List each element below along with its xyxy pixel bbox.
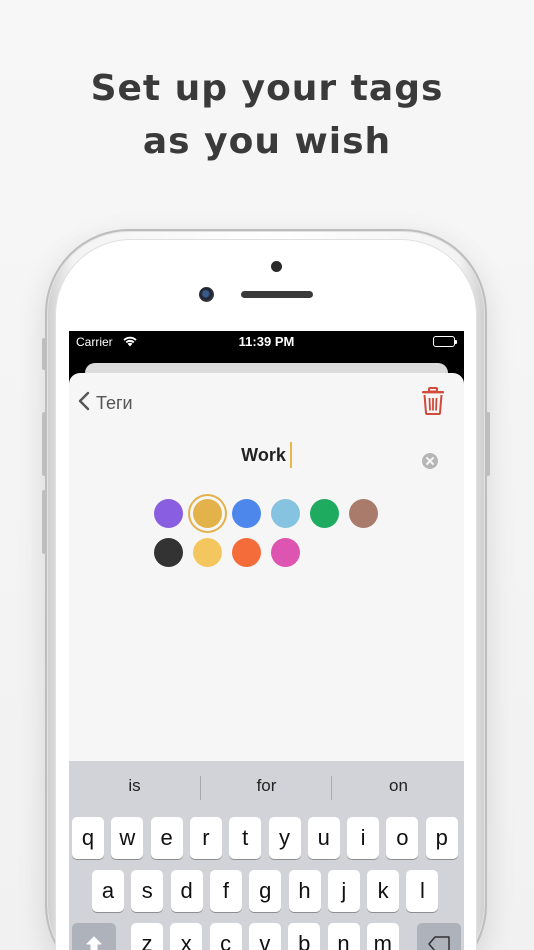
color-swatch[interactable] (232, 499, 261, 528)
key-f[interactable]: f (209, 870, 242, 912)
key-c[interactable]: c (209, 923, 242, 950)
key-n[interactable]: n (327, 923, 360, 950)
key-u[interactable]: u (307, 817, 340, 859)
color-swatch[interactable] (271, 499, 300, 528)
suggestion-item[interactable]: for (201, 761, 332, 811)
key-e[interactable]: e (150, 817, 183, 859)
suggestion-item[interactable]: on (333, 761, 464, 811)
text-cursor (289, 441, 292, 468)
key-a[interactable]: a (92, 870, 124, 912)
key-m[interactable]: m (366, 923, 399, 950)
suggestion-divider (200, 776, 201, 800)
key-j[interactable]: j (327, 870, 360, 912)
key-b[interactable]: b (288, 923, 321, 950)
color-swatch[interactable] (232, 538, 261, 567)
key-v[interactable]: v (248, 923, 281, 950)
proximity-sensor (271, 261, 282, 272)
color-swatch[interactable] (349, 499, 378, 528)
key-l[interactable]: l (406, 870, 439, 912)
phone-screen: Carrier 11:39 PM Теги Work is for on q w… (69, 331, 464, 950)
key-k[interactable]: k (367, 870, 400, 912)
suggestion-item[interactable]: is (69, 761, 200, 811)
key-w[interactable]: w (111, 817, 144, 859)
shift-key-icon[interactable] (72, 923, 116, 950)
keyboard: is for on qwertyuiop asdfghjkl zxcvbnm (69, 761, 464, 950)
suggestion-divider (331, 776, 332, 800)
key-d[interactable]: d (170, 870, 203, 912)
status-time: 11:39 PM (238, 334, 295, 349)
earpiece-speaker (241, 291, 313, 298)
headline-line-2: as you wish (142, 121, 392, 162)
key-g[interactable]: g (249, 870, 282, 912)
key-h[interactable]: h (288, 870, 321, 912)
key-q[interactable]: q (72, 817, 104, 859)
tag-name-value: Work (241, 445, 286, 465)
key-p[interactable]: p (425, 817, 458, 859)
key-t[interactable]: t (229, 817, 262, 859)
key-o[interactable]: o (386, 817, 419, 859)
color-swatch[interactable] (154, 538, 183, 567)
headline: Set up your tags as you wish (0, 62, 534, 168)
color-swatch[interactable] (271, 538, 300, 567)
back-button-label: Теги (96, 393, 133, 413)
key-r[interactable]: r (189, 817, 222, 859)
key-y[interactable]: y (268, 817, 301, 859)
headline-line-1: Set up your tags (90, 68, 444, 109)
tag-name-field[interactable]: Work (69, 441, 464, 475)
color-swatch[interactable] (193, 499, 222, 528)
key-i[interactable]: i (347, 817, 380, 859)
battery-icon (433, 336, 457, 347)
back-button[interactable]: Теги (78, 391, 133, 416)
key-x[interactable]: x (170, 923, 203, 950)
front-camera (199, 287, 214, 302)
color-swatch[interactable] (310, 499, 339, 528)
color-swatch[interactable] (193, 538, 222, 567)
delete-key-icon[interactable] (417, 923, 461, 950)
color-swatch[interactable] (154, 499, 183, 528)
chevron-left-icon (78, 391, 90, 416)
clear-text-icon[interactable] (422, 453, 438, 469)
trash-icon[interactable] (421, 387, 445, 415)
status-bar: Carrier 11:39 PM (69, 331, 464, 353)
key-z[interactable]: z (131, 923, 163, 950)
key-s[interactable]: s (131, 870, 164, 912)
